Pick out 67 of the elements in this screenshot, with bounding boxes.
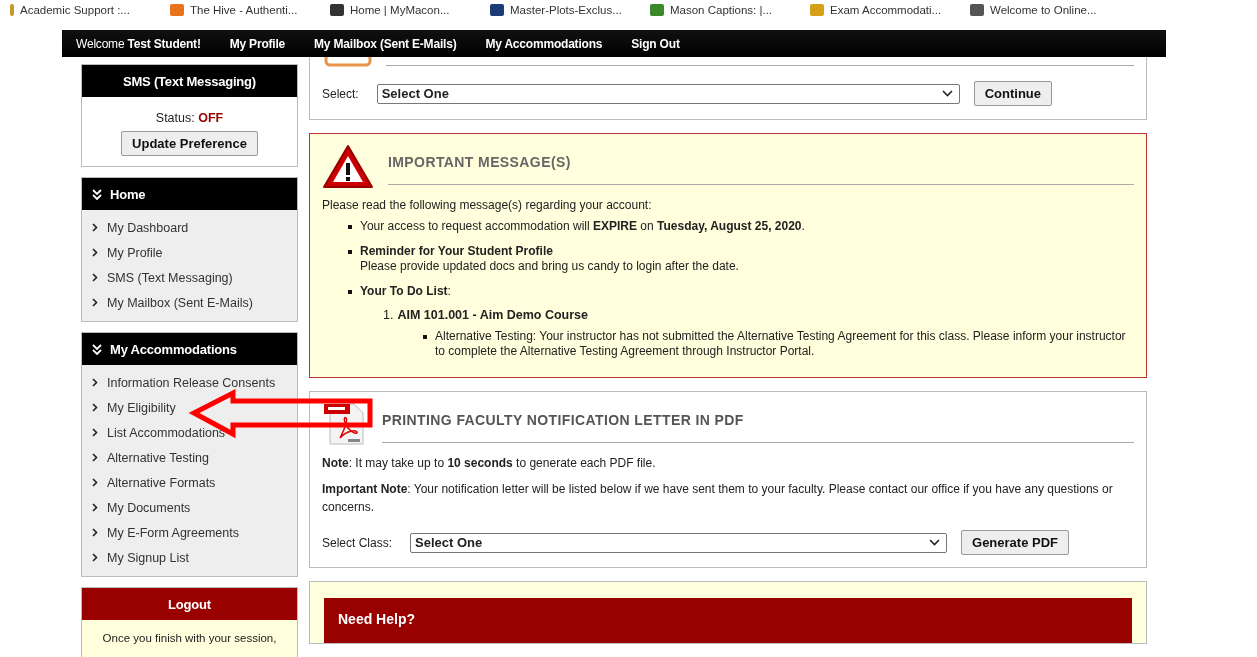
menu-link[interactable]: My Eligibility	[107, 400, 176, 415]
double-chevron-down-icon	[92, 343, 102, 355]
panel-title: IMPORTANT MESSAGE(S)	[388, 154, 572, 170]
select-dropdown[interactable]: Select One	[376, 83, 960, 104]
course-title: AIM 101.001 - Aim Demo Course	[397, 308, 588, 323]
todo-title: Your To Do List:	[360, 284, 452, 299]
action-button[interactable]: Continue	[973, 81, 1052, 106]
warning-icon	[322, 144, 374, 190]
bookmark-link[interactable]: Master-Plots-Exclus...	[510, 4, 622, 16]
course-note: Alternative Testing: Your instructor has not submitted the Alternative Testing Agreement for this class. Please inform your instructor to complete the Alternative Testing Agreement through Instructor Portal.	[383, 329, 1134, 359]
logout-text: Once you finish with your session,	[101, 631, 278, 644]
menu-link[interactable]: Alternative Formats	[107, 475, 216, 490]
status-text: Status: OFF	[155, 111, 224, 125]
menu-link[interactable]: My Documents	[107, 500, 191, 515]
chevron-right-icon	[92, 273, 98, 282]
bookmark-link[interactable]: Welcome to Online...	[990, 4, 1097, 16]
chevron-right-icon	[92, 528, 98, 537]
menu-link[interactable]: List Accommodations	[107, 425, 226, 440]
chevron-right-icon	[92, 453, 98, 462]
message-text: Please provide updated docs and bring us candy to login after the date.	[360, 259, 740, 274]
message-title: Reminder for Your Student Profile	[360, 244, 554, 259]
bookmark-link[interactable]: Exam Accommodati...	[830, 4, 942, 16]
menu-link[interactable]: My Signup List	[107, 550, 189, 565]
nav-link[interactable]: My Accommodations	[485, 36, 603, 51]
action-button[interactable]: Generate PDF	[961, 530, 1069, 555]
chevron-right-icon	[92, 478, 98, 487]
panel-header: SMS (Text Messaging)	[82, 65, 297, 97]
bookmark-link[interactable]: Academic Support :...	[20, 4, 130, 16]
bookmark-link[interactable]: Home | MyMacon...	[350, 4, 450, 16]
chevron-right-icon	[92, 503, 98, 512]
bookmark-link[interactable]: Mason Captions: |...	[670, 4, 773, 16]
double-chevron-down-icon	[92, 188, 102, 200]
chevron-right-icon	[92, 378, 98, 387]
menu-header[interactable]: My Accommodations	[82, 333, 297, 365]
chevron-right-icon	[92, 298, 98, 307]
welcome-text: Welcome Test Student!	[76, 36, 201, 51]
nav-link[interactable]: Sign Out	[631, 36, 680, 51]
select-label: Select Class:	[322, 535, 393, 550]
chevron-right-icon	[92, 403, 98, 412]
menu-link[interactable]: Alternative Testing	[107, 450, 209, 465]
nav-link[interactable]: My Profile	[229, 36, 286, 51]
note-text: Note: It may take up to 10 seconds to generate each PDF file.	[322, 455, 657, 472]
note-text: Important Note: Your notification letter will be listed below if we have sent them to your faculty. Please contact our office if you have any questions or concerns.	[322, 481, 1114, 516]
menu-link[interactable]: My Mailbox (Sent E-Mails)	[107, 295, 253, 310]
caret-down-icon	[941, 90, 953, 97]
menu-link[interactable]: Information Release Consents	[107, 375, 276, 390]
chevron-right-icon	[92, 223, 98, 232]
intro-text: Please read the following message(s) regarding your account:	[322, 198, 653, 212]
menu-link[interactable]: My Dashboard	[107, 220, 189, 235]
select-dropdown[interactable]: Select One	[410, 532, 948, 553]
menu-link[interactable]: My E-Form Agreements	[107, 525, 239, 540]
chevron-right-icon	[92, 428, 98, 437]
chevron-right-icon	[92, 248, 98, 257]
bookmark-link[interactable]: The Hive - Authenti...	[190, 4, 298, 16]
help-header: Need Help?	[324, 598, 1132, 643]
select-label: Select:	[322, 86, 359, 101]
menu-header[interactable]: Home	[82, 178, 297, 210]
menu-link[interactable]: SMS (Text Messaging)	[107, 270, 233, 285]
chevron-right-icon	[92, 553, 98, 562]
message-text: Your access to request accommodation will EXPIRE on Tuesday, August 25, 2020.	[322, 219, 1134, 234]
caret-down-icon	[929, 539, 941, 546]
menu-link[interactable]: My Profile	[107, 245, 163, 260]
update-preference-button[interactable]: Update Preference	[121, 131, 258, 156]
panel-header: Logout	[82, 588, 297, 620]
panel-title: PRINTING FACULTY NOTIFICATION LETTER IN PDF	[382, 412, 745, 428]
list-number: 1.	[383, 308, 394, 323]
nav-link[interactable]: My Mailbox (Sent E-Mails)	[314, 36, 457, 51]
